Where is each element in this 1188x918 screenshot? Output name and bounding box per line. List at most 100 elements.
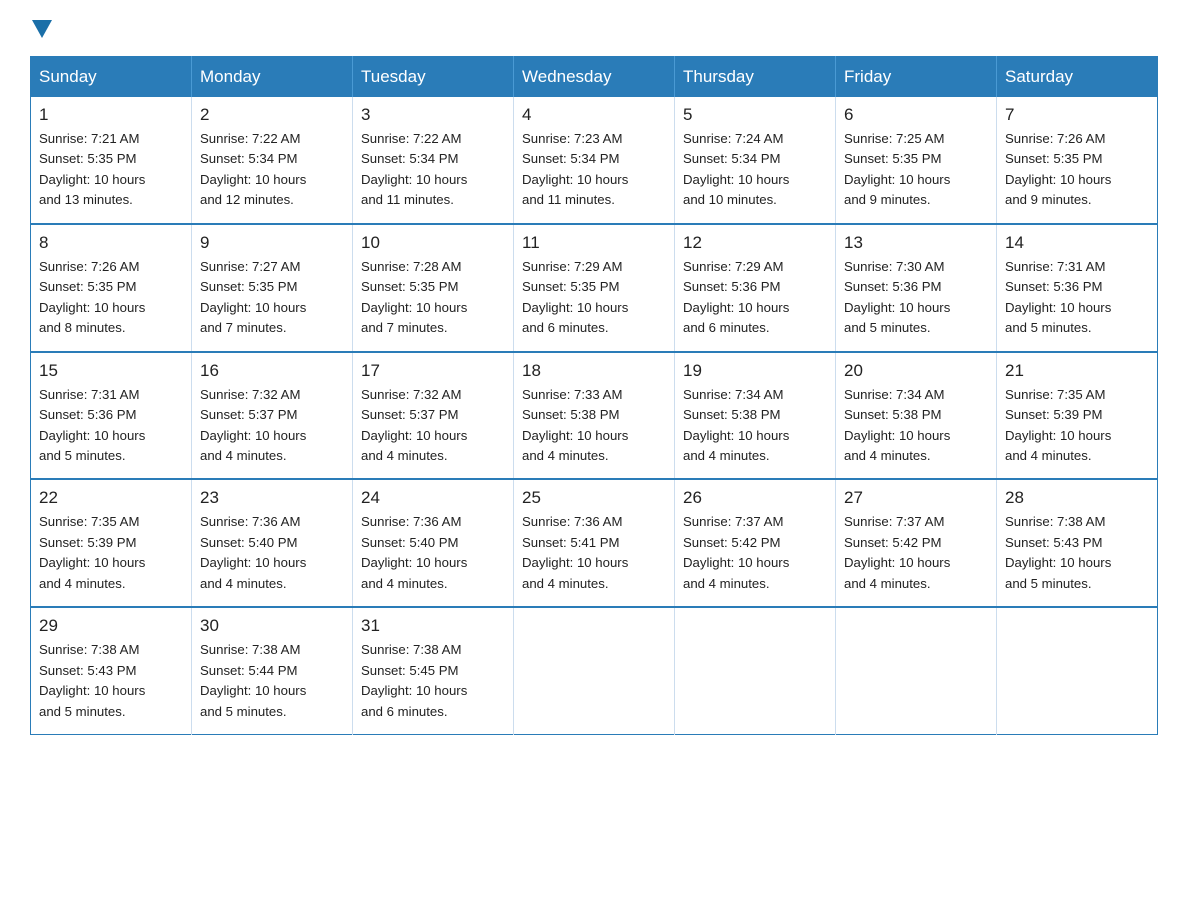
day-2: 2 Sunrise: 7:22 AM Sunset: 5:34 PM Dayli… [192,97,353,224]
day-info: Sunrise: 7:22 AM Sunset: 5:34 PM Dayligh… [361,129,505,211]
day-number: 7 [1005,105,1149,125]
day-8: 8 Sunrise: 7:26 AM Sunset: 5:35 PM Dayli… [31,224,192,352]
day-31: 31 Sunrise: 7:38 AM Sunset: 5:45 PM Dayl… [353,607,514,734]
day-number: 3 [361,105,505,125]
day-4: 4 Sunrise: 7:23 AM Sunset: 5:34 PM Dayli… [514,97,675,224]
header-saturday: Saturday [997,57,1158,98]
day-number: 28 [1005,488,1149,508]
empty-cell [836,607,997,734]
day-number: 11 [522,233,666,253]
day-number: 5 [683,105,827,125]
day-12: 12 Sunrise: 7:29 AM Sunset: 5:36 PM Dayl… [675,224,836,352]
day-info: Sunrise: 7:38 AM Sunset: 5:43 PM Dayligh… [39,640,183,722]
day-info: Sunrise: 7:33 AM Sunset: 5:38 PM Dayligh… [522,385,666,467]
day-info: Sunrise: 7:22 AM Sunset: 5:34 PM Dayligh… [200,129,344,211]
day-info: Sunrise: 7:35 AM Sunset: 5:39 PM Dayligh… [39,512,183,594]
day-number: 26 [683,488,827,508]
day-3: 3 Sunrise: 7:22 AM Sunset: 5:34 PM Dayli… [353,97,514,224]
day-info: Sunrise: 7:28 AM Sunset: 5:35 PM Dayligh… [361,257,505,339]
day-info: Sunrise: 7:37 AM Sunset: 5:42 PM Dayligh… [844,512,988,594]
day-info: Sunrise: 7:27 AM Sunset: 5:35 PM Dayligh… [200,257,344,339]
week-row-2: 8 Sunrise: 7:26 AM Sunset: 5:35 PM Dayli… [31,224,1158,352]
day-number: 27 [844,488,988,508]
week-row-3: 15 Sunrise: 7:31 AM Sunset: 5:36 PM Dayl… [31,352,1158,480]
logo-triangle-icon [32,20,52,38]
day-info: Sunrise: 7:29 AM Sunset: 5:36 PM Dayligh… [683,257,827,339]
day-21: 21 Sunrise: 7:35 AM Sunset: 5:39 PM Dayl… [997,352,1158,480]
header-monday: Monday [192,57,353,98]
empty-cell [675,607,836,734]
day-number: 14 [1005,233,1149,253]
day-info: Sunrise: 7:38 AM Sunset: 5:44 PM Dayligh… [200,640,344,722]
day-9: 9 Sunrise: 7:27 AM Sunset: 5:35 PM Dayli… [192,224,353,352]
day-info: Sunrise: 7:25 AM Sunset: 5:35 PM Dayligh… [844,129,988,211]
header-sunday: Sunday [31,57,192,98]
day-number: 18 [522,361,666,381]
empty-cell [514,607,675,734]
day-number: 22 [39,488,183,508]
week-row-4: 22 Sunrise: 7:35 AM Sunset: 5:39 PM Dayl… [31,479,1158,607]
day-number: 9 [200,233,344,253]
day-15: 15 Sunrise: 7:31 AM Sunset: 5:36 PM Dayl… [31,352,192,480]
day-number: 17 [361,361,505,381]
day-11: 11 Sunrise: 7:29 AM Sunset: 5:35 PM Dayl… [514,224,675,352]
day-number: 21 [1005,361,1149,381]
day-info: Sunrise: 7:36 AM Sunset: 5:41 PM Dayligh… [522,512,666,594]
day-10: 10 Sunrise: 7:28 AM Sunset: 5:35 PM Dayl… [353,224,514,352]
day-info: Sunrise: 7:26 AM Sunset: 5:35 PM Dayligh… [39,257,183,339]
day-number: 16 [200,361,344,381]
day-number: 20 [844,361,988,381]
day-number: 29 [39,616,183,636]
day-29: 29 Sunrise: 7:38 AM Sunset: 5:43 PM Dayl… [31,607,192,734]
day-number: 13 [844,233,988,253]
week-row-5: 29 Sunrise: 7:38 AM Sunset: 5:43 PM Dayl… [31,607,1158,734]
day-number: 6 [844,105,988,125]
day-number: 8 [39,233,183,253]
day-info: Sunrise: 7:36 AM Sunset: 5:40 PM Dayligh… [361,512,505,594]
day-25: 25 Sunrise: 7:36 AM Sunset: 5:41 PM Dayl… [514,479,675,607]
day-17: 17 Sunrise: 7:32 AM Sunset: 5:37 PM Dayl… [353,352,514,480]
week-row-1: 1 Sunrise: 7:21 AM Sunset: 5:35 PM Dayli… [31,97,1158,224]
day-info: Sunrise: 7:31 AM Sunset: 5:36 PM Dayligh… [1005,257,1149,339]
day-28: 28 Sunrise: 7:38 AM Sunset: 5:43 PM Dayl… [997,479,1158,607]
day-info: Sunrise: 7:32 AM Sunset: 5:37 PM Dayligh… [200,385,344,467]
day-info: Sunrise: 7:31 AM Sunset: 5:36 PM Dayligh… [39,385,183,467]
day-23: 23 Sunrise: 7:36 AM Sunset: 5:40 PM Dayl… [192,479,353,607]
day-number: 19 [683,361,827,381]
day-24: 24 Sunrise: 7:36 AM Sunset: 5:40 PM Dayl… [353,479,514,607]
day-20: 20 Sunrise: 7:34 AM Sunset: 5:38 PM Dayl… [836,352,997,480]
day-info: Sunrise: 7:38 AM Sunset: 5:45 PM Dayligh… [361,640,505,722]
day-number: 30 [200,616,344,636]
day-info: Sunrise: 7:23 AM Sunset: 5:34 PM Dayligh… [522,129,666,211]
day-number: 10 [361,233,505,253]
day-info: Sunrise: 7:36 AM Sunset: 5:40 PM Dayligh… [200,512,344,594]
day-16: 16 Sunrise: 7:32 AM Sunset: 5:37 PM Dayl… [192,352,353,480]
day-number: 31 [361,616,505,636]
day-14: 14 Sunrise: 7:31 AM Sunset: 5:36 PM Dayl… [997,224,1158,352]
day-info: Sunrise: 7:29 AM Sunset: 5:35 PM Dayligh… [522,257,666,339]
day-info: Sunrise: 7:35 AM Sunset: 5:39 PM Dayligh… [1005,385,1149,467]
day-13: 13 Sunrise: 7:30 AM Sunset: 5:36 PM Dayl… [836,224,997,352]
day-info: Sunrise: 7:30 AM Sunset: 5:36 PM Dayligh… [844,257,988,339]
empty-cell [997,607,1158,734]
day-27: 27 Sunrise: 7:37 AM Sunset: 5:42 PM Dayl… [836,479,997,607]
logo [30,20,54,36]
day-number: 24 [361,488,505,508]
day-info: Sunrise: 7:24 AM Sunset: 5:34 PM Dayligh… [683,129,827,211]
day-number: 4 [522,105,666,125]
day-info: Sunrise: 7:38 AM Sunset: 5:43 PM Dayligh… [1005,512,1149,594]
day-5: 5 Sunrise: 7:24 AM Sunset: 5:34 PM Dayli… [675,97,836,224]
day-6: 6 Sunrise: 7:25 AM Sunset: 5:35 PM Dayli… [836,97,997,224]
day-1: 1 Sunrise: 7:21 AM Sunset: 5:35 PM Dayli… [31,97,192,224]
day-19: 19 Sunrise: 7:34 AM Sunset: 5:38 PM Dayl… [675,352,836,480]
day-info: Sunrise: 7:34 AM Sunset: 5:38 PM Dayligh… [683,385,827,467]
page-header [30,20,1158,36]
day-number: 2 [200,105,344,125]
day-30: 30 Sunrise: 7:38 AM Sunset: 5:44 PM Dayl… [192,607,353,734]
calendar-header-row: SundayMondayTuesdayWednesdayThursdayFrid… [31,57,1158,98]
day-26: 26 Sunrise: 7:37 AM Sunset: 5:42 PM Dayl… [675,479,836,607]
header-friday: Friday [836,57,997,98]
day-info: Sunrise: 7:34 AM Sunset: 5:38 PM Dayligh… [844,385,988,467]
day-info: Sunrise: 7:32 AM Sunset: 5:37 PM Dayligh… [361,385,505,467]
header-tuesday: Tuesday [353,57,514,98]
